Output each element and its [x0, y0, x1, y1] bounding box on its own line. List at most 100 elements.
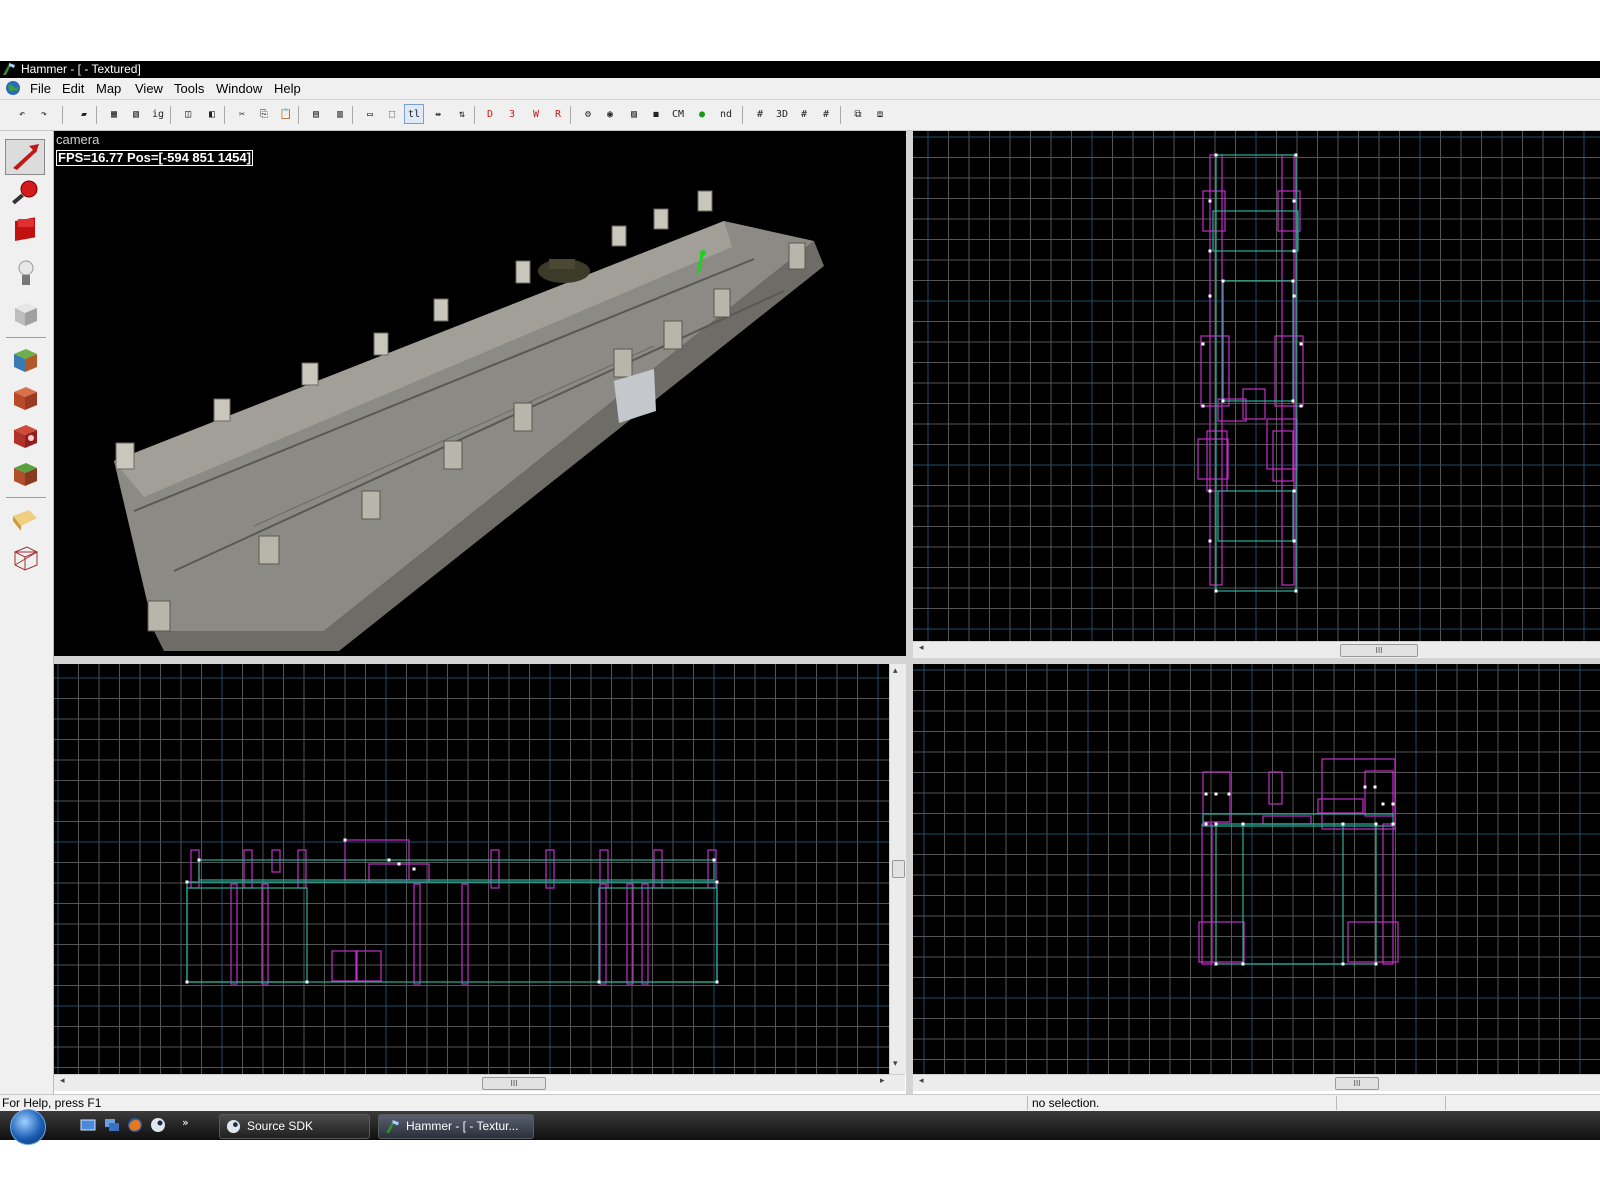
ignore-group-button[interactable]: ig [148, 104, 168, 124]
view-3d-icon: D [486, 108, 494, 120]
window-cascade-button[interactable]: ⧈ [870, 104, 890, 124]
select-box-button[interactable]: ▭ [360, 104, 380, 124]
overlay-tool[interactable] [5, 455, 45, 491]
grid-3d-button[interactable]: 3D [772, 104, 792, 124]
front-viewport-vscroll[interactable]: ▴ ▾ [889, 664, 906, 1074]
quick-launch-more-icon[interactable]: » [182, 1116, 189, 1129]
view-3d-textured-button[interactable]: W [526, 104, 546, 124]
grid-smaller-icon: # [800, 108, 808, 120]
start-button[interactable] [10, 1109, 46, 1145]
camera-tool[interactable] [5, 213, 45, 249]
menu-file[interactable]: File [30, 81, 51, 96]
scroll-down-icon[interactable]: ▾ [893, 1059, 898, 1069]
texture-lock-button[interactable]: ▤ [306, 104, 326, 124]
taskbar-hammer[interactable]: Hammer - [ - Textur... [378, 1114, 534, 1139]
redo-button[interactable]: ↷ [34, 104, 54, 124]
selection-tool[interactable] [5, 139, 45, 175]
steam-icon[interactable] [150, 1117, 166, 1133]
grid-larger-button[interactable]: # [816, 104, 836, 124]
unhide-button[interactable]: ◧ [202, 104, 222, 124]
scroll-left-icon[interactable]: ◂ [919, 643, 924, 653]
decal-tool[interactable] [5, 417, 45, 453]
block-tool[interactable] [5, 295, 45, 331]
scroll-left-icon[interactable]: ◂ [60, 1076, 65, 1086]
front-viewport-hscroll[interactable]: ◂ III ▸ [54, 1074, 905, 1091]
switch-windows-icon[interactable] [104, 1117, 120, 1133]
paste-button[interactable]: 📋 [276, 104, 296, 124]
side-viewport-hscroll[interactable]: ◂ III [913, 1074, 1600, 1091]
group-button[interactable]: ▦ [104, 104, 124, 124]
copy-button[interactable]: ⎘ [254, 104, 274, 124]
vertex-handle [1208, 199, 1212, 203]
clipping-tool[interactable] [5, 501, 45, 537]
entity-report-button[interactable]: ⚙ [578, 104, 598, 124]
no-draw-button[interactable]: nd [716, 104, 736, 124]
green-leaf-button[interactable]: ● [692, 104, 712, 124]
brush-outline [355, 950, 382, 982]
scroll-up-icon[interactable]: ▴ [893, 666, 898, 676]
show-desktop-icon[interactable] [80, 1117, 96, 1133]
side-viewport[interactable] [913, 664, 1600, 1074]
ungroup-button[interactable]: ▧ [126, 104, 146, 124]
view-3d-lighting-button[interactable]: R [548, 104, 568, 124]
scroll-left-icon[interactable]: ◂ [919, 1076, 924, 1086]
menu-view[interactable]: View [135, 81, 163, 96]
menu-tools[interactable]: Tools [174, 81, 204, 96]
menu-map[interactable]: Map [96, 81, 121, 96]
window-cascade-icon: ⧈ [876, 108, 884, 120]
scroll-thumb[interactable]: III [482, 1077, 546, 1090]
magnify-tool[interactable] [5, 175, 45, 211]
front-viewport[interactable] [54, 664, 889, 1074]
scroll-right-icon[interactable]: ▸ [880, 1076, 885, 1086]
entity-tool[interactable] [5, 255, 45, 291]
apply-current-texture-tool[interactable] [5, 379, 45, 415]
vertex-tool[interactable] [5, 539, 45, 575]
texture-application-tool[interactable] [5, 341, 45, 377]
vertex-handle [1208, 249, 1212, 253]
entity-report-icon: ⚙ [584, 108, 592, 120]
status-selection-text: no selection. [1032, 1096, 1100, 1110]
redo-icon: ↷ [40, 108, 48, 120]
view-3d-wire-button[interactable]: 3 [502, 104, 522, 124]
top-viewport-hscroll[interactable]: ◂ III [913, 641, 1600, 658]
cut-button[interactable]: ✂ [232, 104, 252, 124]
select-within-button[interactable]: ⬚ [382, 104, 402, 124]
grid-smaller-button[interactable]: # [794, 104, 814, 124]
cm-button[interactable]: CM [668, 104, 688, 124]
vertical-splitter[interactable] [906, 131, 913, 1094]
top-viewport[interactable] [913, 131, 1600, 641]
menu-edit[interactable]: Edit [62, 81, 84, 96]
vertex-handle [1214, 589, 1218, 593]
tl-button[interactable]: tl [404, 104, 424, 124]
grid-toggle-button[interactable]: # [750, 104, 770, 124]
window-tile-button[interactable]: ⧉ [848, 104, 868, 124]
hide-button[interactable]: ◫ [178, 104, 198, 124]
vertex-handle [1391, 802, 1395, 806]
scroll-thumb[interactable]: III [1340, 644, 1418, 657]
carve-button[interactable]: ▰ [74, 104, 94, 124]
view-3d-button[interactable]: D [480, 104, 500, 124]
decal-cube-icon [14, 425, 37, 448]
scroll-thumb[interactable]: III [1335, 1077, 1379, 1090]
vertex-handle [712, 858, 716, 862]
vertex-handle [185, 880, 189, 884]
scroll-thumb[interactable] [892, 860, 905, 878]
wireframe-button[interactable]: ▨ [624, 104, 644, 124]
vertex-handle [1299, 342, 1303, 346]
undo-button[interactable]: ↶ [12, 104, 32, 124]
tl-icon: tl [407, 108, 421, 120]
toolbar: ↶ ↷ ▰ ▦ ▧ ig ◫ ◧ ✂ ⎘ 📋 ▤ ▥ ▭ ⬚ tl ⇹ ⇅ D 3 W R ⚙ ◉ ▨ ◼ CM ● nd #3D # # ⧉ ⧈ [0, 100, 1600, 131]
map-check-button[interactable]: ◉ [600, 104, 620, 124]
texture-scale-lock-button[interactable]: ▥ [330, 104, 350, 124]
camera-viewport[interactable]: camera FPS=16.77 Pos=[-594 851 1454] [54, 131, 906, 656]
cubes-button[interactable]: ◼ [646, 104, 666, 124]
flip-horizontal-button[interactable]: ⇹ [428, 104, 448, 124]
flip-vertical-button[interactable]: ⇅ [452, 104, 472, 124]
menu-help[interactable]: Help [274, 81, 301, 96]
menu-bar: File Edit Map View Tools Window Help [0, 78, 1600, 100]
firefox-icon[interactable] [127, 1117, 143, 1133]
globe-icon[interactable] [5, 80, 21, 96]
taskbar-source-sdk[interactable]: Source SDK [219, 1114, 370, 1139]
cut-icon: ✂ [238, 108, 246, 120]
menu-window[interactable]: Window [216, 81, 262, 96]
